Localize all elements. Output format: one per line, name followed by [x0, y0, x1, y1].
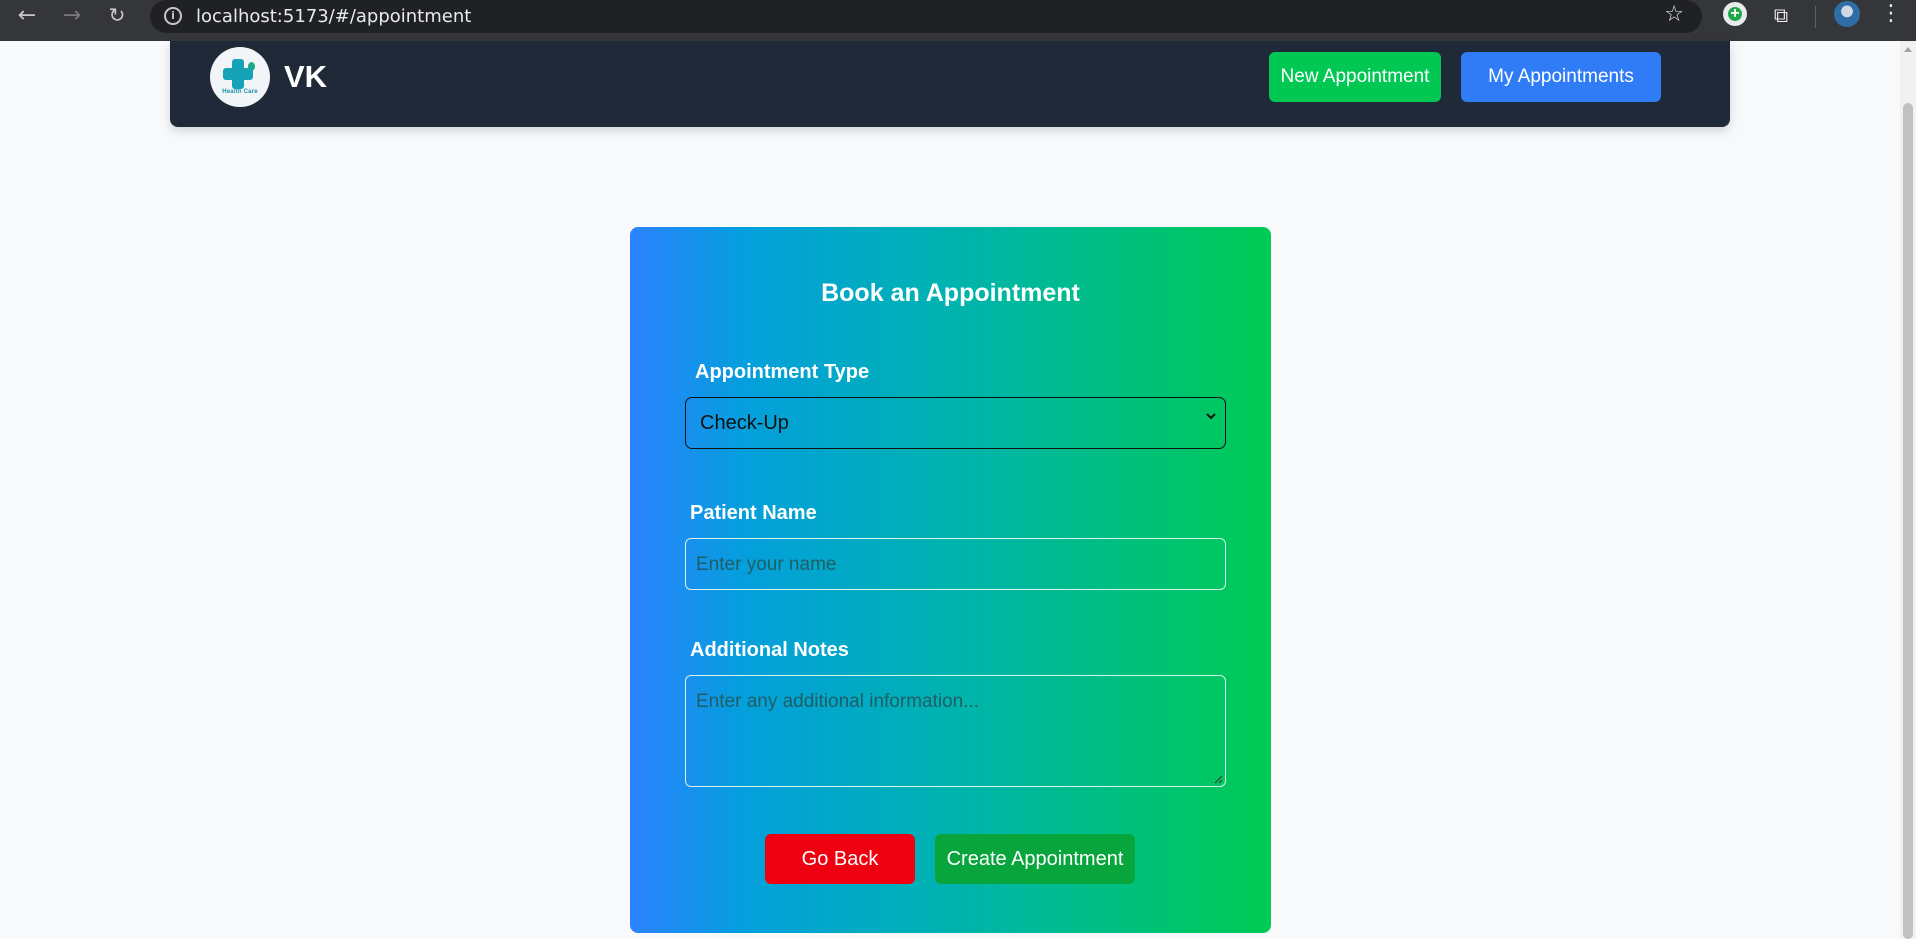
appointment-form-card: Book an Appointment Appointment Type Che…	[630, 227, 1271, 933]
resize-handle-icon[interactable]	[1214, 775, 1223, 784]
reload-icon[interactable]: ↻	[102, 0, 132, 30]
logo[interactable]: Health Care	[210, 47, 270, 107]
create-appointment-button[interactable]: Create Appointment	[935, 834, 1135, 884]
brand-name: VK	[284, 59, 328, 94]
additional-notes-label: Additional Notes	[690, 639, 849, 661]
page-scrollbar[interactable]	[1900, 41, 1916, 939]
extensions-puzzle-icon[interactable]: ⧉	[1768, 2, 1794, 28]
form-title: Book an Appointment	[821, 279, 1080, 307]
logo-text: Health Care	[222, 89, 258, 95]
new-appointment-button[interactable]: New Appointment	[1269, 52, 1441, 102]
additional-notes-textarea[interactable]: Enter any additional information...	[685, 675, 1226, 787]
appointment-type-label: Appointment Type	[695, 361, 870, 383]
notes-placeholder: Enter any additional information...	[696, 691, 980, 712]
url-text[interactable]: localhost:5173/#/appointment	[196, 6, 471, 27]
bookmark-star-icon[interactable]: ☆	[1664, 2, 1684, 27]
browser-toolbar: ← → ↻ i localhost:5173/#/appointment ☆ ⧉…	[0, 0, 1916, 41]
toolbar-divider	[1815, 6, 1816, 28]
chevron-down-icon	[1206, 413, 1216, 420]
scroll-up-arrow-icon[interactable]	[1904, 47, 1912, 52]
drop-icon	[248, 62, 255, 71]
profile-avatar[interactable]	[1834, 1, 1860, 27]
appointment-type-value: Check-Up	[700, 412, 789, 434]
go-back-button[interactable]: Go Back	[765, 834, 915, 884]
patient-name-placeholder: Enter your name	[696, 554, 837, 575]
back-arrow-icon[interactable]: ←	[12, 0, 42, 30]
forward-arrow-icon[interactable]: →	[57, 0, 87, 30]
app-header: Health Care VK New Appointment My Appoin…	[170, 41, 1730, 127]
my-appointments-button[interactable]: My Appointments	[1461, 52, 1661, 102]
appointment-type-select[interactable]: Check-Up	[685, 397, 1226, 449]
patient-name-label: Patient Name	[690, 502, 817, 524]
address-bar[interactable]: i localhost:5173/#/appointment ☆	[150, 0, 1702, 33]
patient-name-input[interactable]: Enter your name	[685, 538, 1226, 590]
site-info-icon[interactable]: i	[164, 7, 182, 25]
scroll-thumb[interactable]	[1903, 103, 1913, 939]
extension-add-icon[interactable]	[1723, 2, 1747, 26]
browser-menu-icon[interactable]: ⋮	[1880, 1, 1902, 26]
